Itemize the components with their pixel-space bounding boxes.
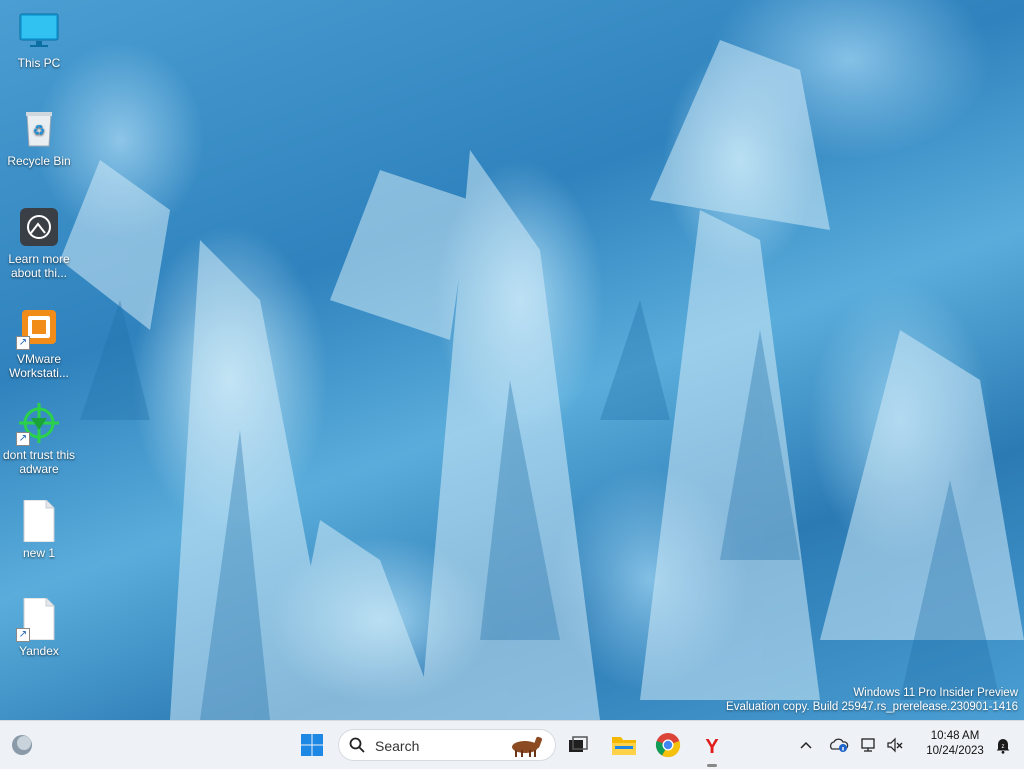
crosshair-icon: ↗ <box>16 402 60 446</box>
recycle-bin-icon: ♻ <box>18 108 60 150</box>
search-placeholder: Search <box>375 738 420 754</box>
search-icon <box>349 737 365 753</box>
svg-text:z: z <box>1002 744 1005 750</box>
desktop-icon-label: Learn more about thi... <box>8 252 70 280</box>
task-view-button[interactable] <box>562 729 594 761</box>
desktop-icon-label: Recycle Bin <box>7 154 71 168</box>
taskbar: Search Y 10:48 AM 10/24/2023 z <box>0 720 1024 769</box>
notifications-button[interactable]: z <box>990 721 1016 769</box>
volume-tray-button[interactable] <box>884 721 906 769</box>
desktop-icon-dont-trust[interactable]: ↗ dont trust this adware <box>2 402 76 476</box>
task-view-icon <box>569 736 588 752</box>
desktop-icon-label: dont trust this adware <box>2 448 76 476</box>
file-explorer-icon <box>612 737 636 755</box>
yandex-browser-button[interactable]: Y <box>696 729 728 767</box>
watermark-line2: Evaluation copy. Build 25947.rs_prerelea… <box>726 701 1018 713</box>
chrome-icon <box>655 733 681 758</box>
start-icon <box>301 734 323 756</box>
svg-text:♻: ♻ <box>33 123 46 139</box>
volume-muted-icon <box>887 737 903 753</box>
shortcut-arrow-icon: ↗ <box>16 432 30 446</box>
onedrive-tray-button[interactable] <box>828 721 850 769</box>
svg-text:Y: Y <box>705 736 719 757</box>
file-explorer-button[interactable] <box>608 729 640 761</box>
blank-file-icon <box>18 499 60 543</box>
clock-time: 10:48 AM <box>930 730 980 742</box>
learn-more-icon <box>18 206 60 248</box>
search-highlight-horse-icon <box>512 736 542 757</box>
show-hidden-icons-button[interactable] <box>796 721 816 769</box>
widgets-button[interactable] <box>6 729 38 761</box>
desktop-icon-this-pc[interactable]: This PC <box>2 10 76 70</box>
clock-button[interactable]: 10:48 AM 10/24/2023 <box>922 729 988 759</box>
vmware-icon: ↗ <box>16 306 60 350</box>
desktop-icon-vmware[interactable]: ↗ VMware Workstati... <box>2 306 76 380</box>
blank-file-icon: ↗ <box>16 597 60 642</box>
desktop-icon-new-1[interactable]: new 1 <box>2 499 76 560</box>
running-indicator <box>707 764 717 767</box>
search-input[interactable]: Search <box>338 729 556 761</box>
desktop-icon-label: Yandex <box>19 644 59 658</box>
desktop-icon-label: new 1 <box>22 546 56 560</box>
desktop-icon-recycle-bin[interactable]: ♻ Recycle Bin <box>2 108 76 168</box>
weather-icon <box>12 735 32 755</box>
network-tray-button[interactable] <box>858 721 880 769</box>
desktop-icon-label: This PC <box>17 56 61 70</box>
build-watermark: Windows 11 Pro Insider Preview Evaluatio… <box>726 686 1018 714</box>
desktop-icon-yandex[interactable]: ↗ Yandex <box>2 597 76 658</box>
notification-bell-icon: z <box>996 739 1010 754</box>
cloud-info-icon <box>829 738 849 752</box>
monitor-icon <box>18 10 60 52</box>
shortcut-arrow-icon: ↗ <box>16 336 30 350</box>
clock-date: 10/24/2023 <box>926 745 984 757</box>
watermark-line1: Windows 11 Pro Insider Preview <box>853 687 1018 699</box>
desktop-icon-label: VMware Workstati... <box>9 352 69 380</box>
chrome-button[interactable] <box>652 729 684 761</box>
network-icon <box>861 738 875 752</box>
shortcut-arrow-icon: ↗ <box>16 628 30 642</box>
chevron-up-icon <box>800 741 812 749</box>
desktop-wallpaper <box>0 0 1024 720</box>
yandex-browser-icon: Y <box>705 736 719 757</box>
start-button[interactable] <box>296 729 328 761</box>
desktop-icon-learn-more[interactable]: Learn more about thi... <box>2 206 76 280</box>
